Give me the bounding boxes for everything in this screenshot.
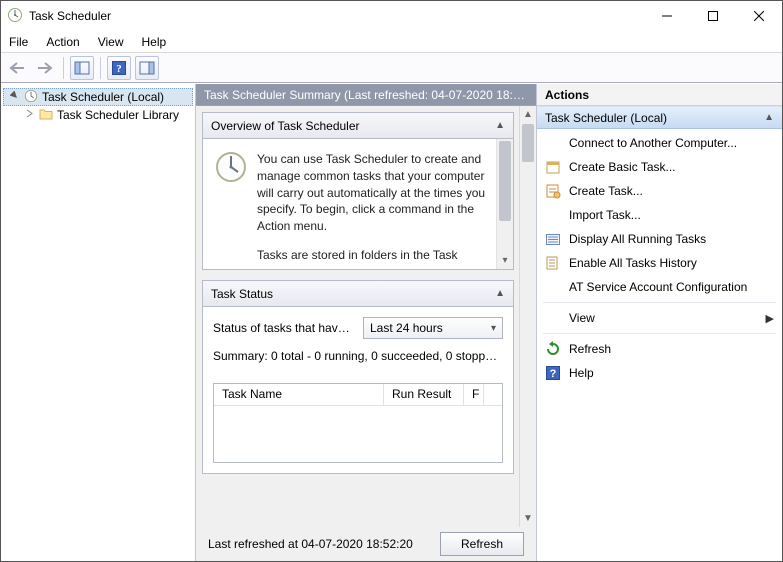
action-create-basic-task[interactable]: Create Basic Task...	[537, 155, 782, 179]
title-bar: Task Scheduler	[1, 1, 782, 31]
overview-scrollbar[interactable]: ▴ ▾	[496, 139, 513, 269]
center-footer: Last refreshed at 04-07-2020 18:52:20 Re…	[196, 527, 536, 561]
scrollbar-thumb[interactable]	[522, 124, 534, 162]
action-item-label: Help	[569, 366, 594, 380]
svg-text:?: ?	[116, 63, 122, 75]
actions-pane-title: Actions	[537, 84, 782, 106]
app-icon	[7, 7, 23, 26]
refresh-button[interactable]: Refresh	[440, 532, 524, 556]
svg-text:?: ?	[550, 368, 557, 380]
blank-icon	[545, 207, 561, 223]
menu-bar: File Action View Help	[1, 31, 782, 53]
toolbar-separator	[63, 57, 64, 79]
action-import-task[interactable]: Import Task...	[537, 203, 782, 227]
action-item-label: Connect to Another Computer...	[569, 136, 737, 150]
running-icon	[545, 231, 561, 247]
action-at-service-account-configuration[interactable]: AT Service Account Configuration	[537, 275, 782, 299]
menu-view[interactable]: View	[98, 35, 124, 49]
chevron-down-icon: ▾	[491, 323, 496, 334]
action-item-label: Refresh	[569, 342, 611, 356]
actions-group-header[interactable]: Task Scheduler (Local) ▲	[537, 106, 782, 129]
action-connect-to-another-computer[interactable]: Connect to Another Computer...	[537, 131, 782, 155]
action-display-all-running-tasks[interactable]: Display All Running Tasks	[537, 227, 782, 251]
overview-text: You can use Task Scheduler to create and…	[257, 151, 501, 257]
window-title: Task Scheduler	[29, 9, 111, 23]
tree-node-label: Task Scheduler Library	[57, 108, 179, 122]
scroll-up-icon[interactable]: ▲	[520, 106, 536, 123]
task-icon	[545, 183, 561, 199]
action-item-label: Display All Running Tasks	[569, 232, 706, 246]
task-status-grid: Task Name Run Result F	[213, 383, 503, 463]
overview-panel-header[interactable]: Overview of Task Scheduler ▲	[203, 113, 513, 139]
basictask-icon	[545, 159, 561, 175]
menu-file[interactable]: File	[9, 35, 28, 49]
task-status-panel: Task Status ▲ Status of tasks that hav… …	[202, 280, 514, 474]
center-pane: Task Scheduler Summary (Last refreshed: …	[196, 84, 537, 561]
action-refresh[interactable]: Refresh	[537, 337, 782, 361]
task-status-summary: Summary: 0 total - 0 running, 0 succeede…	[213, 349, 503, 363]
action-item-label: Create Basic Task...	[569, 160, 676, 174]
action-create-task[interactable]: Create Task...	[537, 179, 782, 203]
menu-help[interactable]: Help	[142, 35, 167, 49]
chevron-up-icon[interactable]: ▲	[495, 120, 505, 131]
scroll-down-icon[interactable]: ▼	[520, 510, 536, 527]
actions-pane: Actions Task Scheduler (Local) ▲ Connect…	[537, 84, 782, 561]
task-status-panel-header[interactable]: Task Status ▲	[203, 281, 513, 307]
task-status-panel-title: Task Status	[211, 287, 273, 301]
toolbar-separator	[100, 57, 101, 79]
show-hide-console-tree-button[interactable]	[70, 56, 94, 80]
column-run-result[interactable]: Run Result	[384, 384, 464, 405]
back-button[interactable]	[5, 56, 29, 80]
menu-action[interactable]: Action	[46, 35, 79, 49]
forward-button[interactable]	[33, 56, 57, 80]
separator	[543, 302, 776, 303]
tree-expand-icon[interactable]	[8, 91, 20, 103]
tree-node-task-scheduler-library[interactable]: Task Scheduler Library	[3, 106, 193, 124]
column-clipped[interactable]: F	[464, 384, 484, 405]
action-item-label: Import Task...	[569, 208, 641, 222]
action-help[interactable]: ? Help	[537, 361, 782, 385]
close-button[interactable]	[736, 1, 782, 31]
help-icon: ?	[545, 365, 561, 381]
help-toolbar-button[interactable]: ?	[107, 56, 131, 80]
task-status-range-dropdown[interactable]: Last 24 hours ▾	[363, 317, 503, 339]
clock-icon	[24, 89, 38, 106]
maximize-button[interactable]	[690, 1, 736, 31]
scroll-down-icon[interactable]: ▾	[497, 252, 513, 269]
action-item-label: View	[569, 311, 595, 325]
clock-large-icon	[215, 151, 247, 257]
tree-node-label: Task Scheduler (Local)	[42, 90, 164, 104]
minimize-button[interactable]	[644, 1, 690, 31]
main-content: Task Scheduler (Local) Task Scheduler Li…	[1, 83, 782, 561]
action-item-label: Create Task...	[569, 184, 643, 198]
center-scrollbar[interactable]: ▲ ▼	[519, 106, 536, 527]
submenu-arrow-icon: ▶	[766, 312, 774, 325]
action-enable-all-tasks-history[interactable]: Enable All Tasks History	[537, 251, 782, 275]
action-item-label: AT Service Account Configuration	[569, 280, 747, 294]
tree-expand-icon[interactable]	[23, 109, 35, 121]
blank-icon	[545, 135, 561, 151]
blank-icon	[545, 279, 561, 295]
folder-icon	[39, 108, 53, 123]
overview-panel: Overview of Task Scheduler ▲ You can use…	[202, 112, 514, 270]
separator	[543, 333, 776, 334]
center-pane-header: Task Scheduler Summary (Last refreshed: …	[196, 84, 536, 106]
action-view[interactable]: View ▶	[537, 306, 782, 330]
tree-node-task-scheduler-local[interactable]: Task Scheduler (Local)	[3, 88, 193, 106]
task-status-label: Status of tasks that hav…	[213, 321, 350, 335]
column-task-name[interactable]: Task Name	[214, 384, 384, 405]
show-hide-action-pane-button[interactable]	[135, 56, 159, 80]
chevron-up-icon[interactable]: ▲	[764, 112, 774, 123]
console-tree-pane: Task Scheduler (Local) Task Scheduler Li…	[1, 84, 196, 561]
blank-icon	[545, 310, 561, 326]
overview-panel-title: Overview of Task Scheduler	[211, 119, 360, 133]
history-icon	[545, 255, 561, 271]
toolbar: ?	[1, 53, 782, 83]
last-refreshed-label: Last refreshed at 04-07-2020 18:52:20	[208, 537, 413, 551]
refresh-icon	[545, 341, 561, 357]
action-item-label: Enable All Tasks History	[569, 256, 697, 270]
chevron-up-icon[interactable]: ▲	[495, 288, 505, 299]
scrollbar-thumb[interactable]	[499, 141, 511, 221]
